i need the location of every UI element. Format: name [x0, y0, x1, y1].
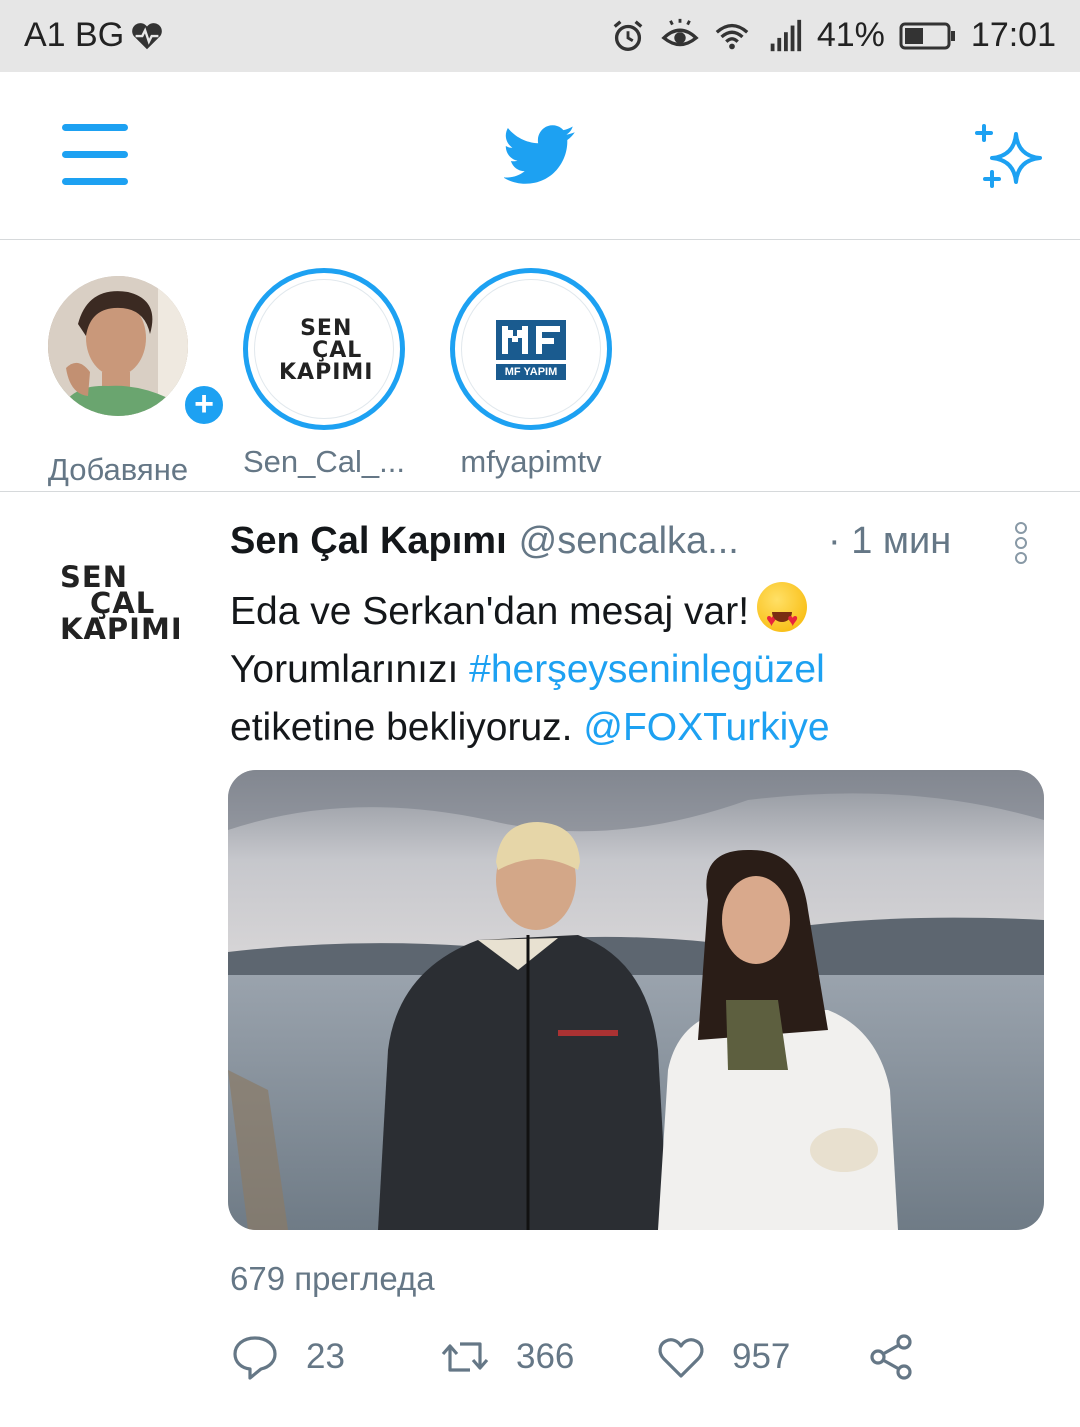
tweet-actions: 23 366 957 [230, 1332, 950, 1392]
twitter-bird-icon [504, 125, 575, 184]
retweet-button[interactable]: 366 [440, 1332, 574, 1382]
heart-eyes-emoji-icon [757, 582, 808, 649]
share-button[interactable] [866, 1332, 916, 1382]
battery-icon [899, 22, 955, 49]
hashtag-link[interactable]: #herşeyseninlegüzel [469, 648, 825, 691]
logo-line: ÇAL [312, 338, 363, 363]
more-options-icon[interactable] [1010, 522, 1032, 568]
mention-link[interactable]: @FOXTurkiye [583, 706, 829, 749]
wifi-icon [715, 23, 749, 49]
share-icon [870, 1334, 912, 1380]
retweet-icon [441, 1342, 489, 1372]
clock-time: 17:01 [970, 16, 1056, 54]
fleet-add[interactable]: + Добавяне [33, 268, 227, 488]
logo-line: KAPIMI [60, 612, 183, 646]
signal-icon [770, 19, 801, 51]
fleet-label: Добавяне [47, 452, 189, 487]
app-header [0, 72, 1080, 240]
tweet-avatar[interactable]: SEN ÇAL KAPIMI [48, 552, 190, 652]
fleet-label: Sen_Cal_... [243, 444, 405, 479]
add-fleet-icon[interactable]: + [181, 382, 227, 428]
author-name[interactable]: Sen Çal Kapımı [230, 520, 507, 563]
reply-icon [233, 1336, 277, 1380]
view-count: 679 прегледа [230, 1260, 435, 1297]
tweet[interactable]: SEN ÇAL KAPIMI Sen Çal Kapımı @sencalka.… [0, 492, 1080, 1427]
tweet-video[interactable] [228, 770, 1044, 1230]
like-count: 957 [732, 1337, 791, 1376]
fleet-label: mfyapimtv [460, 444, 602, 479]
retweet-count: 366 [516, 1337, 575, 1376]
mf-yapim-logo: MF YAPIM [461, 279, 601, 419]
fleet-mfyapim[interactable]: MF YAPIM mfyapimtv [446, 268, 616, 480]
author-handle[interactable]: @sencalka... [519, 520, 739, 563]
tweet-header: Sen Çal Kapımı @sencalka... · 1 мин [230, 516, 1030, 566]
alarm-icon [613, 19, 643, 51]
mf-logo-mark [496, 320, 566, 380]
sen-cal-kapimi-logo: SEN ÇAL KAPIMI [254, 279, 394, 419]
user-photo [48, 276, 188, 416]
tweet-text-line: Eda ve Serkan'dan mesaj var! [230, 590, 750, 633]
fleet-sen-cal[interactable]: SEN ÇAL KAPIMI Sen_Cal_... [239, 268, 409, 480]
tweet-text-line: Yorumlarınızı [230, 648, 459, 691]
user-avatar [48, 276, 188, 416]
heart-icon [658, 1338, 704, 1378]
menu-button[interactable] [62, 124, 128, 186]
reply-count: 23 [306, 1337, 345, 1376]
status-bar: A1 BG 41% 17:01 [0, 0, 1080, 72]
tweet-text: Eda ve Serkan'dan mesaj var! Yorumlarını… [230, 582, 1030, 757]
video-frame [228, 770, 1044, 1230]
tweet-text-line: etiketine bekliyoruz. [230, 706, 573, 749]
like-button[interactable]: 957 [656, 1332, 790, 1382]
logo-line: KAPIMI [279, 360, 374, 385]
carrier-label: A1 BG [24, 16, 125, 54]
sparkle-icon[interactable] [972, 122, 1046, 192]
mf-logo-text: MF YAPIM [504, 366, 558, 378]
tweet-time: · 1 мин [828, 519, 952, 562]
logo-line: SEN [300, 316, 353, 341]
fleets-row: + Добавяне SEN ÇAL KAPIMI Sen_Cal_... MF… [0, 240, 1080, 492]
eye-comfort-icon [661, 18, 699, 46]
health-heart-icon [132, 22, 162, 49]
battery-percent: 41% [816, 16, 885, 54]
reply-button[interactable]: 23 [230, 1332, 345, 1382]
